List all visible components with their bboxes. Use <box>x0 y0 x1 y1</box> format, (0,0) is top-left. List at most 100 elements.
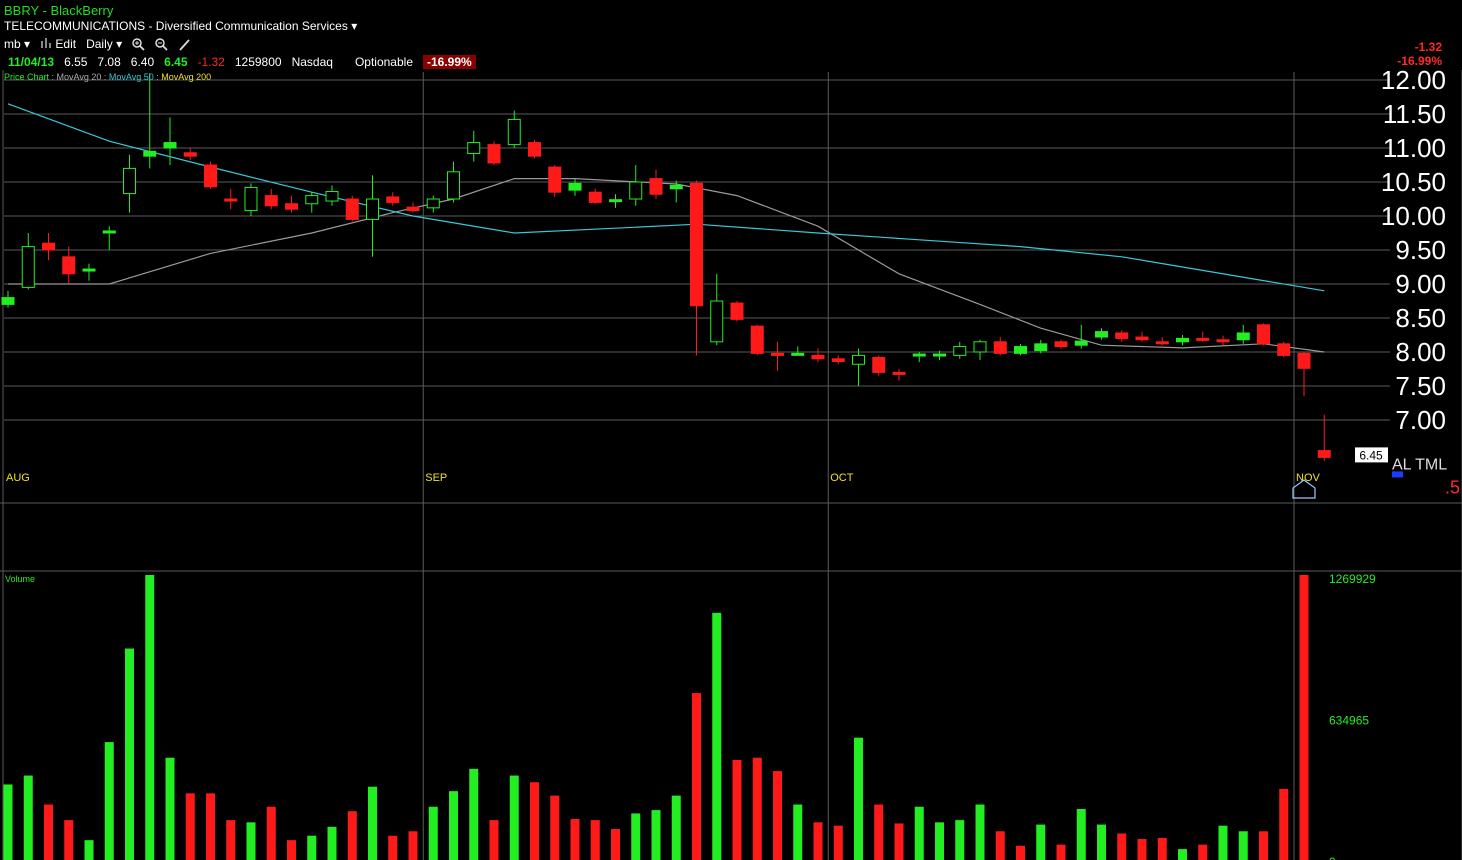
candle-body <box>264 195 278 207</box>
chevron-down-icon: ▾ <box>351 19 358 33</box>
volume-bar <box>145 575 155 860</box>
right-edge-label: .5 <box>1445 477 1460 497</box>
draw-line-icon[interactable] <box>178 38 191 51</box>
last-price-label: 6.45 <box>1359 448 1383 462</box>
candle-body <box>123 167 136 195</box>
candle-body <box>609 199 622 203</box>
price-tick-label: 7.50 <box>1395 371 1446 401</box>
candle-body <box>710 300 724 343</box>
volume-bar <box>347 811 357 860</box>
candle-body <box>669 184 683 190</box>
candle-body <box>750 325 764 354</box>
volume-bar <box>449 791 458 860</box>
sector-selector[interactable]: TELECOMMUNICATIONS - Diversified Communi… <box>4 19 357 33</box>
right-edge-label: AL TML <box>1392 456 1447 473</box>
chevron-down-icon: ▾ <box>116 37 123 51</box>
price-tick-label: 9.00 <box>1395 269 1446 299</box>
month-label: AUG <box>6 472 30 484</box>
volume-bar <box>752 757 762 860</box>
candle-body <box>467 142 481 154</box>
legend-ma200[interactable]: MovAvg 200 <box>161 72 211 82</box>
volume-bar <box>854 737 863 860</box>
moving-average-line <box>8 178 1325 353</box>
candle-body <box>791 352 805 356</box>
candle-body <box>528 142 541 157</box>
volume-bars <box>3 575 1309 860</box>
volume-bar <box>1238 831 1248 860</box>
candle-body <box>730 302 744 320</box>
volume-bar <box>995 831 1005 860</box>
price-tick-label: 10.50 <box>1381 167 1446 197</box>
candle-body <box>1115 332 1129 339</box>
candle-body <box>993 341 1007 354</box>
chart-title: BBRY - BlackBerry <box>4 3 114 18</box>
volume-bar <box>1137 839 1147 860</box>
quote-low: 6.40 <box>130 55 155 69</box>
volume-bar <box>84 840 94 860</box>
candle-body <box>1196 337 1210 341</box>
candle-body <box>1176 337 1189 343</box>
candle-body <box>305 195 319 205</box>
candle-body <box>1277 343 1291 356</box>
volume-bar <box>206 793 215 860</box>
candle-body <box>1135 336 1149 341</box>
period-selector[interactable]: Daily ▾ <box>86 37 122 51</box>
volume-title: Volume <box>5 574 35 584</box>
quote-open: 6.55 <box>64 55 88 69</box>
candle-body <box>447 171 460 200</box>
volume-bar <box>165 757 175 860</box>
candle-body <box>1297 352 1311 369</box>
zoom-in-icon[interactable] <box>132 37 145 51</box>
candle-body <box>244 186 258 212</box>
volume-bar <box>1036 824 1046 860</box>
legend-ma50[interactable]: MovAvg 50 <box>109 72 154 82</box>
volume-bar <box>125 648 134 860</box>
volume-bar <box>307 835 317 860</box>
candle-body <box>285 203 298 210</box>
optionable-label: Optionable <box>354 55 413 69</box>
candle-body <box>163 142 177 149</box>
volume-bar <box>590 820 600 860</box>
volume-bar <box>1218 825 1228 860</box>
candle-body <box>1257 324 1270 345</box>
volume-bar <box>530 782 539 860</box>
price-tick-label: 12.00 <box>1381 65 1446 95</box>
quote-volume: 1259800 <box>234 55 282 69</box>
candle-body <box>892 371 906 375</box>
volume-bar <box>1056 844 1066 860</box>
legend-price-chart[interactable]: Price Chart <box>4 72 49 82</box>
candle-body <box>1216 339 1230 343</box>
volume-bar <box>23 775 33 860</box>
grid <box>0 70 1462 860</box>
candle-body <box>224 198 238 202</box>
zoom-out-icon[interactable] <box>155 37 168 51</box>
quote-high: 7.08 <box>97 55 121 69</box>
candle-body <box>1014 346 1027 354</box>
user-menu[interactable]: mb ▾ <box>4 37 30 51</box>
legend-ma20[interactable]: MovAvg 20 <box>57 72 102 82</box>
candles <box>1 73 1331 461</box>
volume-bar <box>955 820 965 860</box>
quote-exchange: Nasdaq <box>291 55 333 69</box>
stock-chart[interactable]: 12.00 11.50 11.00 10.50 10.00 9.50 9.00 8.50 8.0… <box>0 0 1462 860</box>
candle-body <box>507 118 521 146</box>
volume-bar <box>1016 845 1025 860</box>
candle-body <box>912 353 926 357</box>
edit-button[interactable]: Edit <box>40 37 76 51</box>
candle-body <box>953 346 967 356</box>
volume-bar <box>550 795 560 860</box>
candle-body <box>1317 450 1331 458</box>
quote-bar: 11/04/13 6.55 7.08 6.40 6.45 -1.32 12598… <box>8 55 476 69</box>
candle-body <box>62 256 76 275</box>
volume-bar <box>44 804 53 860</box>
candle-body <box>1095 331 1108 338</box>
candle-body <box>1074 340 1088 346</box>
volume-bar <box>64 820 74 860</box>
volume-bar <box>570 819 580 860</box>
price-tick-label: 9.50 <box>1395 235 1446 265</box>
change-percent-badge: -16.99% <box>423 55 476 69</box>
volume-bar <box>266 806 276 860</box>
bar-chart-icon <box>41 38 52 48</box>
candle-body <box>204 164 217 188</box>
volume-bar <box>1259 831 1268 860</box>
